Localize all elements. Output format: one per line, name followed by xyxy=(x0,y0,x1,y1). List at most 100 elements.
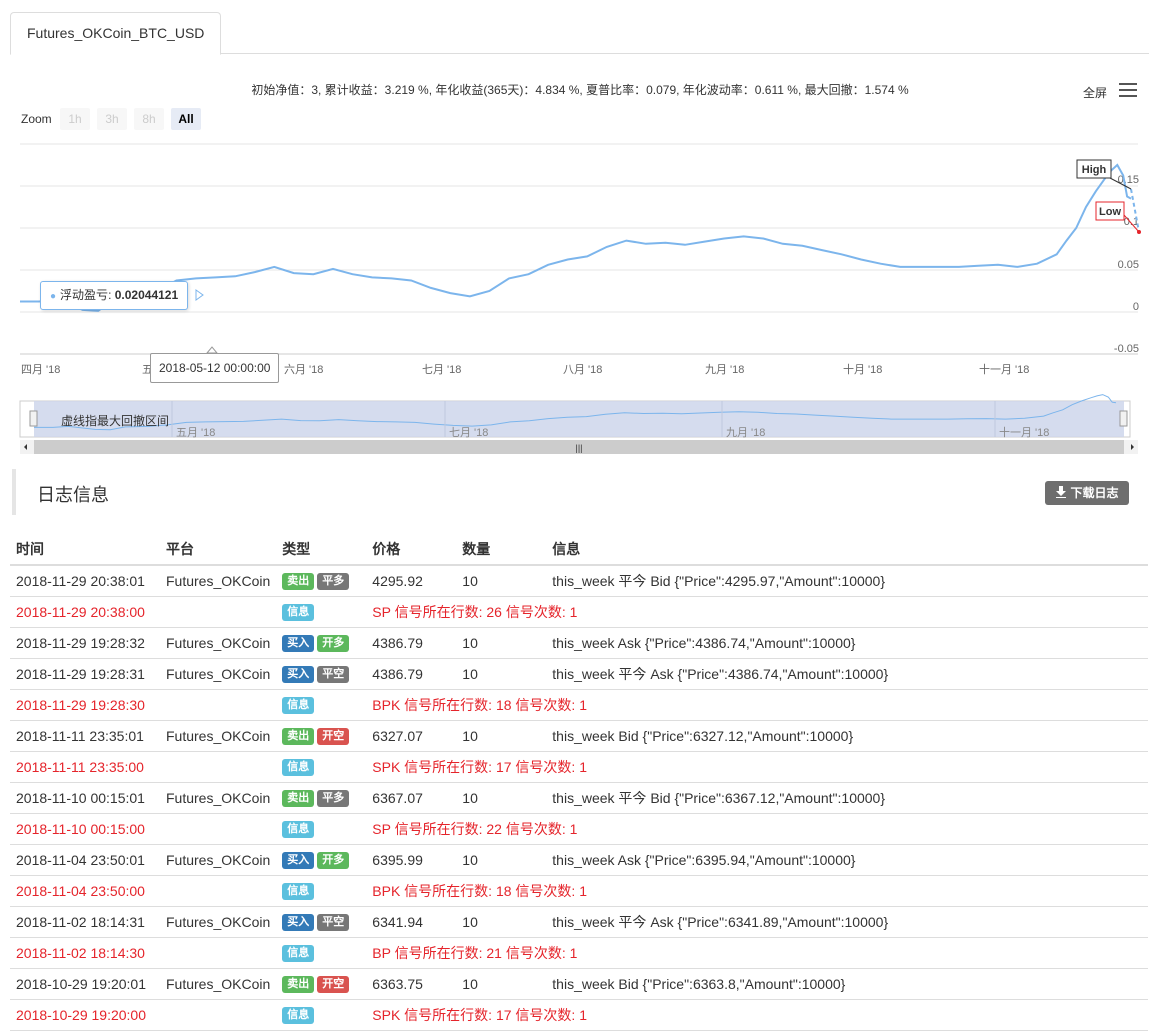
log-row-trade: 2018-10-29 19:20:01 Futures_OKCoin 卖出 开空 636… xyxy=(10,968,1148,1000)
log-time: 2018-11-29 19:28:30 xyxy=(10,689,160,721)
log-price: 6327.07 xyxy=(366,720,457,752)
tooltip-series-name: 浮动盈亏 xyxy=(60,288,109,302)
navigator-annotation: 虚线指最大回撤区间 xyxy=(61,414,170,428)
log-row-signal: 2018-11-29 19:28:30 信息 BPK 信号所在行数: 18 信号次数… xyxy=(10,689,1148,721)
log-type: 信息 xyxy=(276,875,367,907)
series-dot-icon: ● xyxy=(50,291,57,302)
log-platform: Futures_OKCoin xyxy=(160,782,277,814)
log-row-trade: 2018-11-29 19:28:32 Futures_OKCoin 买入 开多 438… xyxy=(10,627,1148,659)
log-time: 2018-11-10 00:15:01 xyxy=(10,782,160,814)
log-signal-info: SPK 信号所在行数: 17 信号次数: 1 xyxy=(366,999,1148,1031)
log-platform xyxy=(160,813,277,845)
log-type: 信息 xyxy=(276,689,367,721)
log-row-trade: 2018-11-04 23:50:01 Futures_OKCoin 买入 开多 639… xyxy=(10,844,1148,876)
log-row-signal: 2018-11-04 23:50:00 信息 BPK 信号所在行数: 18 信号次数… xyxy=(10,875,1148,907)
pnl-chart: 0.15 0.1 0.05 0 -0.05 四月 '18 五月 '18 六月 '… xyxy=(19,143,1141,454)
type-badge: 开多 xyxy=(317,851,350,869)
log-type: 买入 平空 xyxy=(276,658,367,690)
type-badge: 开多 xyxy=(317,634,350,652)
navigator-label: 九月 '18 xyxy=(726,426,765,439)
log-platform xyxy=(160,689,277,721)
type-badge: 信息 xyxy=(282,944,315,962)
log-platform xyxy=(160,596,277,628)
navigator-right-handle[interactable] xyxy=(1119,410,1128,427)
log-amount: 10 xyxy=(456,627,547,659)
log-signal-info: SP 信号所在行数: 26 信号次数: 1 xyxy=(366,596,1148,628)
log-row-signal: 2018-11-02 18:14:30 信息 BP 信号所在行数: 21 信号次数:… xyxy=(10,937,1148,969)
type-badge: 信息 xyxy=(282,820,315,838)
tooltip-arrow xyxy=(195,289,204,301)
x-tick-label: 十一月 '18 xyxy=(979,362,1029,376)
x-tick-label: 四月 '18 xyxy=(21,364,60,376)
column-header-amount: 数量 xyxy=(456,533,547,566)
grid-lines xyxy=(20,143,1138,355)
log-signal-info: SPK 信号所在行数: 17 信号次数: 1 xyxy=(366,751,1148,783)
type-badge: 开空 xyxy=(317,975,350,993)
x-tick-label: 九月 '18 xyxy=(705,363,744,376)
type-badge: 信息 xyxy=(282,1006,315,1024)
log-amount: 10 xyxy=(456,658,547,690)
y-tick-label: 0.05 xyxy=(1118,259,1139,271)
log-signal-info: BPK 信号所在行数: 18 信号次数: 1 xyxy=(366,875,1148,907)
log-platform: Futures_OKCoin xyxy=(160,627,277,659)
log-row-signal: 2018-10-29 19:20:00 信息 SPK 信号所在行数: 17 信号次数… xyxy=(10,999,1148,1031)
log-row-trade: 2018-11-29 20:38:01 Futures_OKCoin 卖出 平多 429… xyxy=(10,565,1148,597)
log-time: 2018-11-29 20:38:00 xyxy=(10,596,160,628)
log-type: 卖出 开空 xyxy=(276,968,367,1000)
navigator-label: 七月 '18 xyxy=(449,426,488,439)
low-flag-label: Low xyxy=(1099,206,1121,218)
log-platform xyxy=(160,751,277,783)
type-badge: 平空 xyxy=(317,665,350,683)
log-time: 2018-11-02 18:14:30 xyxy=(10,937,160,969)
type-badge: 卖出 xyxy=(282,975,315,993)
type-badge: 卖出 xyxy=(282,727,315,745)
log-time: 2018-10-29 19:20:00 xyxy=(10,999,160,1031)
column-header-type: 类型 xyxy=(276,533,367,566)
y-tick-label: -0.05 xyxy=(1114,343,1139,355)
log-signal-info: BPK 信号所在行数: 18 信号次数: 1 xyxy=(366,689,1148,721)
log-signal-info: SP 信号所在行数: 22 信号次数: 1 xyxy=(366,813,1148,845)
log-info: this_week 平今 Ask {"Price":6341.89,"Amoun… xyxy=(546,906,1148,938)
log-section-title: 日志信息 xyxy=(37,485,109,505)
log-platform: Futures_OKCoin xyxy=(160,720,277,752)
column-header-info: 信息 xyxy=(546,533,1148,566)
type-badge: 卖出 xyxy=(282,789,315,807)
log-info: this_week 平今 Bid {"Price":4295.97,"Amoun… xyxy=(546,565,1148,597)
y-axis-ticks: 0.15 0.1 0.05 0 -0.05 xyxy=(1114,174,1139,355)
log-row-trade: 2018-11-11 23:35:01 Futures_OKCoin 卖出 开空 632… xyxy=(10,720,1148,752)
high-flag-label: High xyxy=(1082,164,1107,176)
type-badge: 平空 xyxy=(317,913,350,931)
type-badge: 买入 xyxy=(282,665,315,683)
log-platform: Futures_OKCoin xyxy=(160,968,277,1000)
log-info: this_week Ask {"Price":4386.74,"Amount":… xyxy=(546,627,1148,659)
log-type: 信息 xyxy=(276,999,367,1031)
navigator-left-handle[interactable] xyxy=(29,410,38,427)
log-platform: Futures_OKCoin xyxy=(160,844,277,876)
log-platform xyxy=(160,937,277,969)
download-log-button[interactable]: 下载日志 xyxy=(1045,481,1129,505)
log-row-trade: 2018-11-10 00:15:01 Futures_OKCoin 卖出 平多 636… xyxy=(10,782,1148,814)
log-info: this_week 平今 Ask {"Price":4386.74,"Amoun… xyxy=(546,658,1148,690)
log-type: 买入 平空 xyxy=(276,906,367,938)
log-time: 2018-11-11 23:35:01 xyxy=(10,720,160,752)
log-type: 买入 开多 xyxy=(276,844,367,876)
navigator-label: 十一月 '18 xyxy=(999,425,1049,439)
log-amount: 10 xyxy=(456,968,547,1000)
x-tick-label: 八月 '18 xyxy=(563,364,602,376)
log-amount: 10 xyxy=(456,565,547,597)
log-row-trade: 2018-11-02 18:14:31 Futures_OKCoin 买入 平空 634… xyxy=(10,906,1148,938)
type-badge: 买入 xyxy=(282,913,315,931)
column-header-price: 价格 xyxy=(366,533,457,566)
log-amount: 10 xyxy=(456,906,547,938)
log-info: this_week 平今 Bid {"Price":6367.12,"Amoun… xyxy=(546,782,1148,814)
log-type: 信息 xyxy=(276,596,367,628)
log-time: 2018-11-02 18:14:31 xyxy=(10,906,160,938)
log-price: 4386.79 xyxy=(366,658,457,690)
log-platform xyxy=(160,875,277,907)
log-row-trade: 2018-11-29 19:28:31 Futures_OKCoin 买入 平空 438… xyxy=(10,658,1148,690)
y-tick-label: 0 xyxy=(1133,301,1139,313)
log-time: 2018-11-29 20:38:01 xyxy=(10,565,160,597)
x-tick-label: 十月 '18 xyxy=(843,362,882,376)
log-section-header xyxy=(12,469,1151,515)
navigator-label: 五月 '18 xyxy=(176,427,215,439)
